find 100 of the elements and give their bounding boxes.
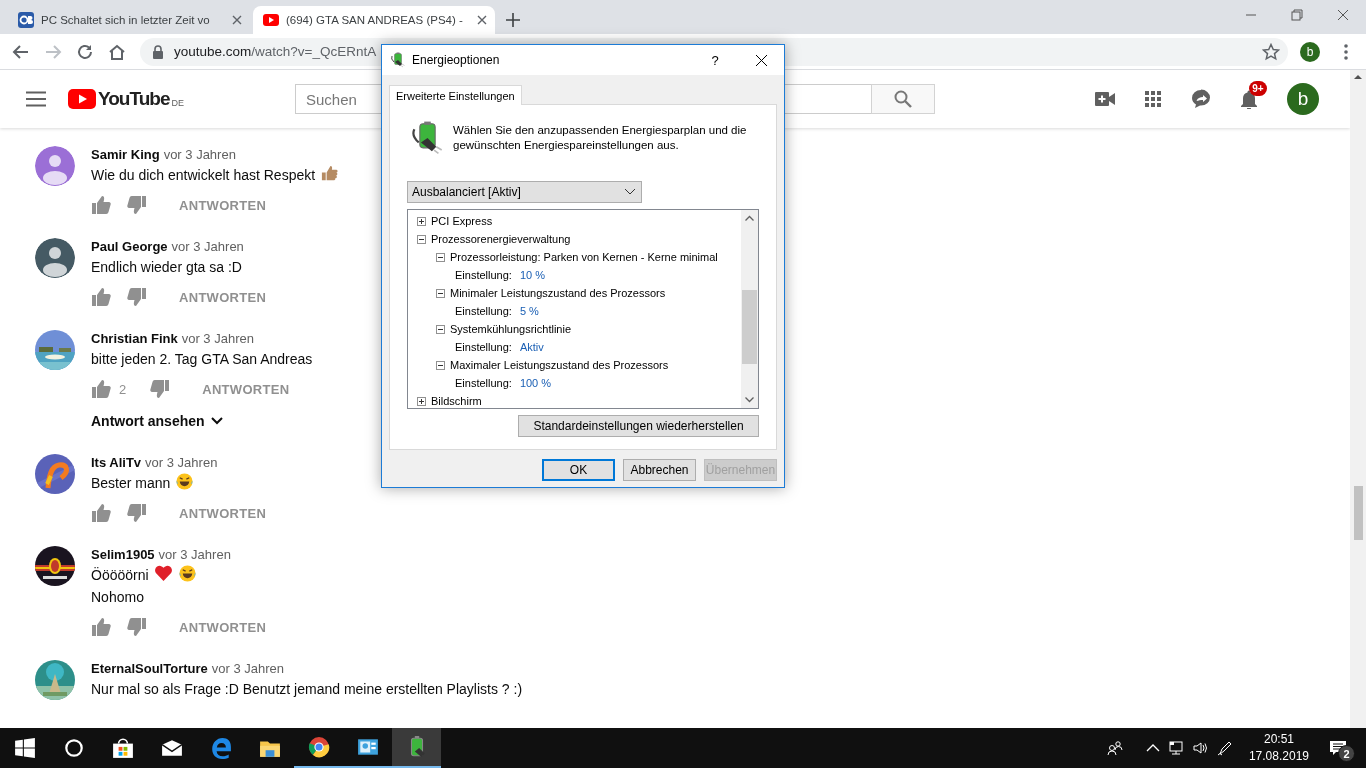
notification-count: 2 [1338, 745, 1355, 762]
comment-text: Bester mann [91, 475, 171, 491]
scrollbar-thumb[interactable] [1353, 486, 1363, 540]
back-icon[interactable] [12, 42, 30, 61]
help-button[interactable]: ? [692, 45, 738, 75]
comment-time[interactable]: vor 3 Jahren [145, 455, 218, 470]
tree-item[interactable]: Prozessorenergieverwaltung [431, 233, 571, 245]
home-icon[interactable] [108, 42, 126, 61]
tree-item[interactable]: Minimaler Leistungszustand des Prozessors [450, 287, 666, 299]
browser-tab[interactable]: PC Schaltet sich in letzter Zeit vo [8, 6, 250, 34]
comment-time[interactable]: vor 3 Jahren [181, 331, 254, 346]
tree-item[interactable]: Bildschirm [431, 395, 482, 407]
video-icon [263, 12, 279, 28]
dislike-icon[interactable] [127, 287, 147, 307]
laughing-emoji-icon [175, 472, 195, 491]
power-plug-icon [390, 52, 406, 68]
reload-icon[interactable] [76, 42, 94, 61]
dialog-button[interactable]: OK [542, 459, 615, 481]
plan-dropdown[interactable]: Ausbalanciert [Aktiv] [407, 181, 642, 203]
tree-item[interactable]: PCI Express [431, 215, 493, 227]
apps-icon[interactable] [1145, 91, 1161, 107]
tree-item[interactable]: Maximaler Leistungszustand des Prozessors [450, 359, 669, 371]
comment-author[interactable]: EternalSoulTorture [91, 661, 208, 676]
dislike-icon[interactable] [127, 503, 147, 523]
instruction-text: Wählen Sie den anzupassenden Energiesparplan und die gewünschten Energiespareinstellungen aus. [453, 123, 747, 153]
scroll-up-icon[interactable] [745, 215, 754, 221]
battery-plug-icon [410, 120, 445, 156]
share-icon[interactable] [1191, 89, 1211, 109]
view-replies-link[interactable]: Antwort ansehen [91, 408, 223, 434]
comment-time[interactable]: vor 3 Jahren [163, 147, 236, 162]
comment-text: Nur mal so als Frage :D Benutzt jemand meine erstellten Playlists ? :) [91, 681, 523, 697]
laughing-emoji-icon [177, 564, 197, 583]
menu-icon[interactable] [26, 91, 46, 107]
setting-label: Einstellung: [455, 305, 512, 317]
comment-author[interactable]: Paul George [91, 239, 168, 254]
clock-date[interactable]: 17.08.2019 [1248, 748, 1309, 765]
setting-value[interactable]: 5 % [519, 305, 539, 317]
setting-value[interactable]: Aktiv [519, 341, 544, 353]
control-panel-icon [356, 736, 379, 758]
comment-author[interactable]: Christian Fink [91, 331, 178, 346]
close-icon[interactable] [755, 54, 767, 66]
scroll-down-icon[interactable] [745, 397, 754, 403]
collapse-icon[interactable] [436, 288, 445, 298]
comment-author[interactable]: Its AliTv [91, 455, 142, 470]
network-icon[interactable] [1168, 740, 1185, 756]
collapse-icon[interactable] [417, 234, 426, 244]
notification-badge: 9+ [1249, 81, 1267, 96]
user-avatar-icon[interactable] [35, 146, 75, 186]
dislike-icon[interactable] [150, 379, 171, 399]
menu-icon[interactable] [1344, 43, 1348, 60]
tree-item[interactable]: Prozessorleistung: Parken von Kernen - Kerne minimal [450, 251, 718, 263]
expand-icon[interactable] [417, 396, 426, 406]
comment-author[interactable]: Samir King [91, 147, 160, 162]
like-icon[interactable] [91, 617, 111, 637]
volume-icon[interactable] [1192, 740, 1209, 756]
collapse-icon[interactable] [436, 252, 445, 262]
like-count: 2 [119, 381, 127, 397]
chevron-down-icon [210, 417, 223, 425]
like-icon[interactable] [91, 195, 111, 215]
search-icon [894, 90, 912, 108]
browser-tab[interactable]: (694) GTA SAN ANDREAS (PS4) - [253, 6, 495, 34]
close-icon[interactable] [477, 15, 487, 25]
like-icon[interactable] [91, 379, 111, 399]
lock-icon [152, 44, 164, 59]
like-icon[interactable] [91, 503, 111, 523]
address-text: youtube.com/watch?v=_QcERntA [174, 44, 377, 59]
expand-icon[interactable] [417, 216, 426, 226]
comment-text: Wie du dich entwickelt hast Respekt [91, 167, 316, 183]
comment-time[interactable]: vor 3 Jahren [158, 547, 231, 562]
comment-text: Nohomo [91, 589, 144, 605]
profile-avatar[interactable]: b [1300, 41, 1320, 62]
star-icon[interactable] [1262, 42, 1280, 61]
restore-defaults-button[interactable]: Standardeinstellungen wiederherstellen [518, 415, 759, 437]
scrollbar-thumb[interactable] [742, 290, 757, 364]
setting-value[interactable]: 10 % [519, 269, 545, 281]
search-button[interactable] [871, 84, 935, 114]
dialog-button[interactable]: Abbrechen [623, 459, 696, 481]
collapse-icon[interactable] [436, 360, 445, 370]
dislike-icon[interactable] [127, 617, 147, 637]
setting-value[interactable]: 100 % [519, 377, 552, 389]
setting-label: Einstellung: [455, 269, 512, 281]
pen-icon[interactable] [1216, 740, 1233, 756]
comment-time[interactable]: vor 3 Jahren [211, 661, 285, 676]
collapse-icon[interactable] [436, 324, 445, 334]
account-avatar[interactable]: b [1287, 83, 1319, 115]
chrome-icon [307, 736, 330, 758]
user-avatar-icon[interactable] [35, 238, 75, 278]
dialog-tab[interactable]: Erweiterte Einstellungen [389, 85, 522, 105]
dislike-icon[interactable] [127, 195, 147, 215]
like-icon[interactable] [91, 287, 111, 307]
plus-icon[interactable] [506, 13, 520, 27]
circle-icon [62, 737, 85, 759]
comment-time[interactable]: vor 3 Jahren [171, 239, 244, 254]
windows-icon [13, 737, 36, 759]
video-add-icon[interactable] [1095, 92, 1115, 106]
tree-item[interactable]: Systemkühlungsrichtlinie [450, 323, 572, 335]
e-logo-icon [209, 737, 232, 759]
clock-time[interactable]: 20:51 [1248, 731, 1309, 748]
comment-author[interactable]: Selim1905 [91, 547, 155, 562]
people-icon[interactable] [1106, 740, 1123, 756]
